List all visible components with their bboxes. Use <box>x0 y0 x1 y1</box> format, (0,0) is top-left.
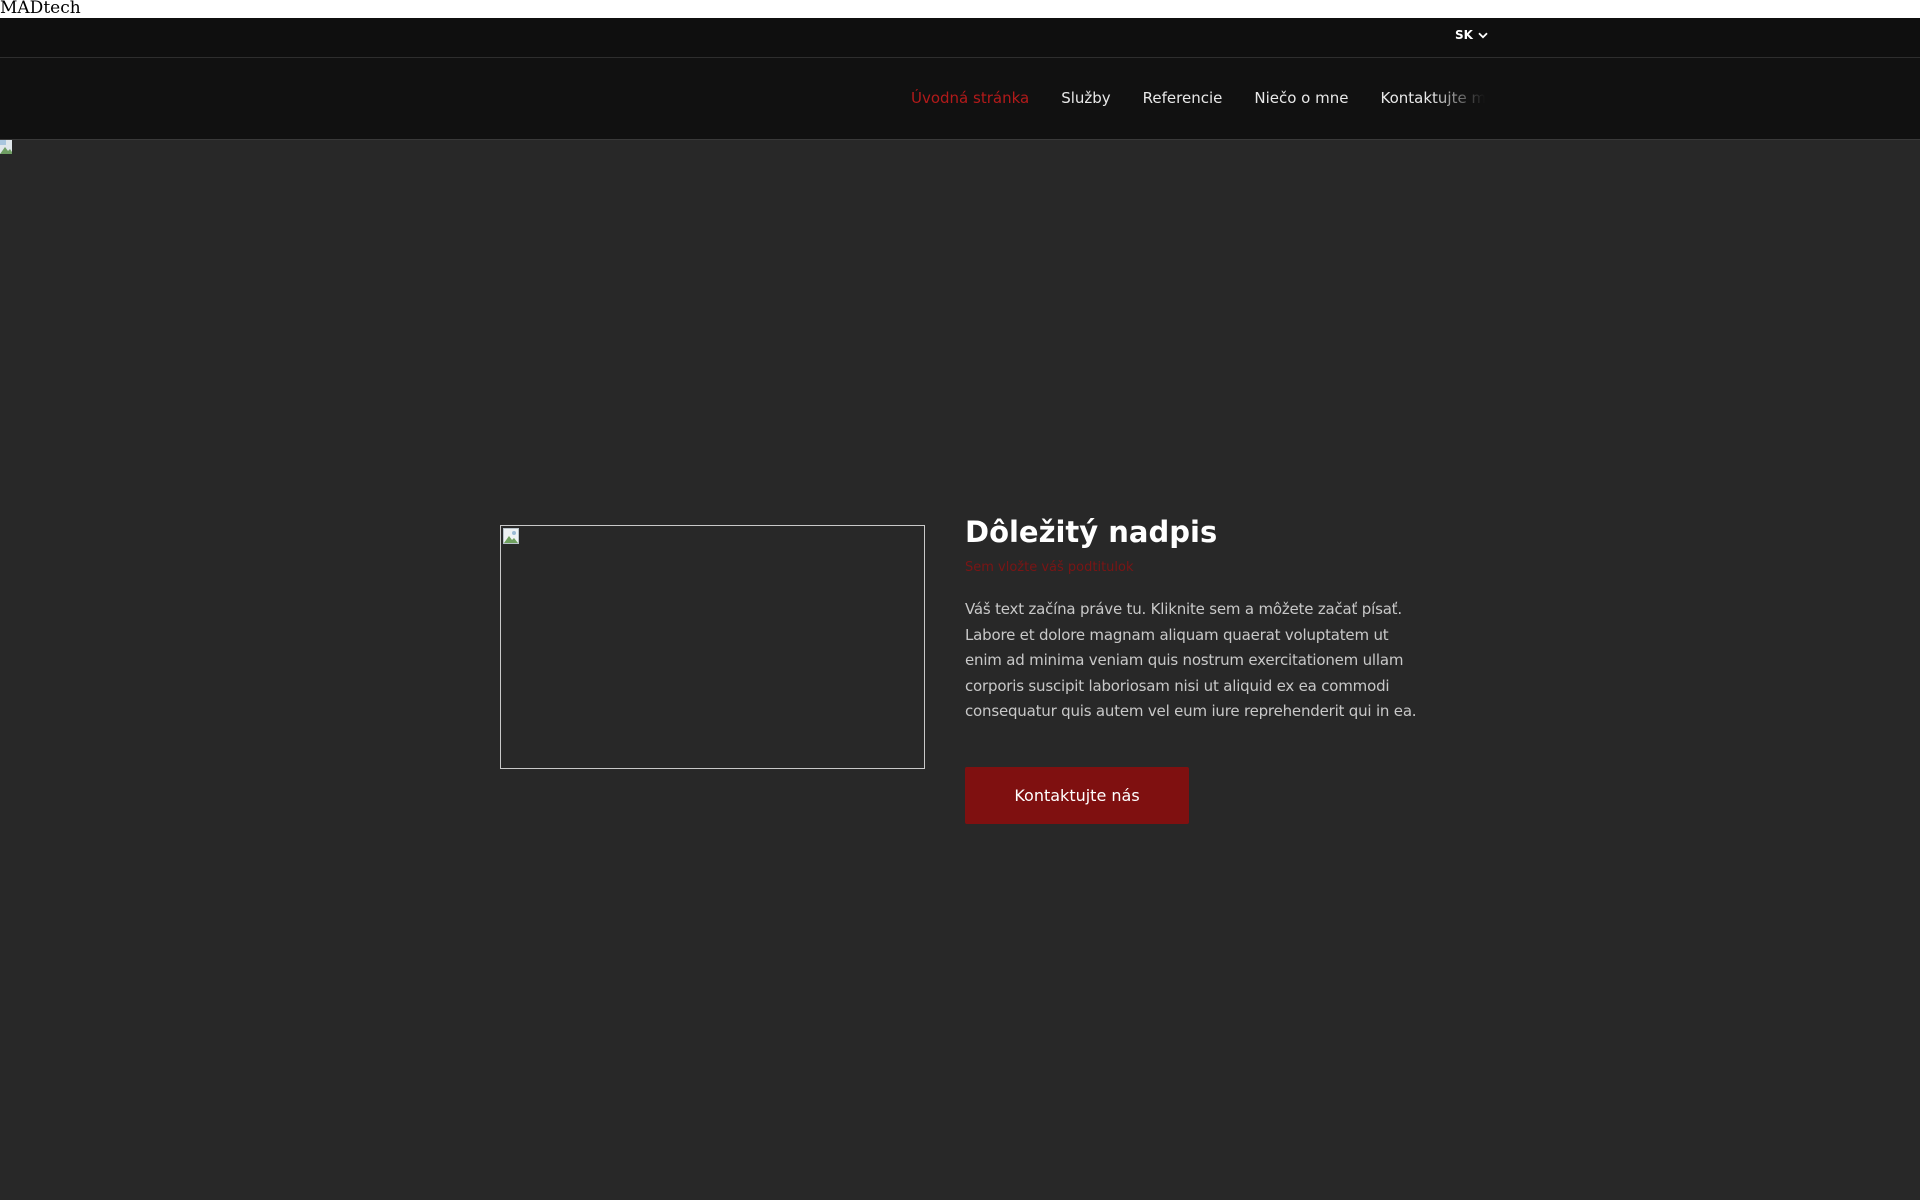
hero-section: Dôležitý nadpis Sem vložte váš podtitulo… <box>0 140 1920 1200</box>
hero-subtitle: Sem vložte váš podtitulok <box>965 560 1134 575</box>
nav-item-contact[interactable]: Kontaktujte ma <box>1380 89 1485 111</box>
nav-item-references[interactable]: Referencie <box>1143 89 1223 111</box>
hero-heading: Dôležitý nadpis <box>965 515 1218 549</box>
site-title: MADtech <box>0 0 81 18</box>
nav-item-home[interactable]: Úvodná stránka <box>911 89 1029 111</box>
language-label: SK <box>1455 28 1473 42</box>
chevron-down-icon <box>1478 32 1488 39</box>
language-switcher[interactable]: SK <box>1455 28 1488 42</box>
main-navigation: Úvodná stránka Služby Referencie Niečo o… <box>0 58 1920 140</box>
nav-item-about[interactable]: Niečo o mne <box>1254 89 1348 111</box>
hero-image <box>500 525 925 769</box>
nav-item-services[interactable]: Služby <box>1061 89 1110 111</box>
contact-us-button[interactable]: Kontaktujte nás <box>965 767 1189 824</box>
broken-image-icon <box>503 528 519 548</box>
hero-body-text: Váš text začína práve tu. Kliknite sem a… <box>965 600 1417 720</box>
broken-image-icon <box>0 140 14 156</box>
top-bar: SK <box>0 18 1920 58</box>
nav-menu: Úvodná stránka Služby Referencie Niečo o… <box>911 89 1485 111</box>
